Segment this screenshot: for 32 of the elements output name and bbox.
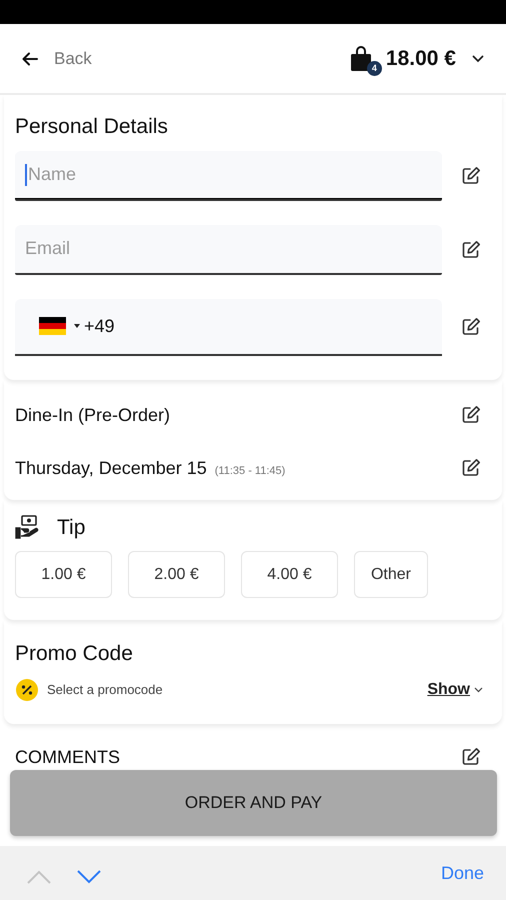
edit-icon[interactable] bbox=[461, 458, 481, 478]
section-title: Personal Details bbox=[15, 114, 169, 140]
back-arrow-icon bbox=[22, 52, 38, 66]
show-link[interactable]: Show bbox=[427, 678, 470, 702]
dropdown-caret-icon[interactable] bbox=[74, 324, 80, 328]
tip-option-button[interactable]: Other bbox=[354, 551, 428, 598]
cart-count-badge: 4 bbox=[366, 60, 382, 76]
time-slot: (11:35 - 11:45) bbox=[214, 462, 286, 479]
tip-option-button[interactable]: 4.00 € bbox=[241, 551, 338, 598]
shopping-bag-icon bbox=[350, 46, 372, 72]
chevron-down-icon[interactable] bbox=[474, 686, 483, 692]
order-type-label: Dine-In (Pre-Order) bbox=[15, 404, 170, 427]
order-total: 18.00 € bbox=[386, 46, 456, 72]
promo-prompt: Select a promocode bbox=[47, 680, 163, 699]
back-link[interactable]: Back bbox=[22, 46, 92, 72]
germany-flag-icon bbox=[39, 317, 66, 335]
section-title: Tip bbox=[57, 514, 86, 540]
percent-badge-icon bbox=[15, 678, 39, 702]
section-title: COMMENTS bbox=[15, 746, 120, 768]
order-and-pay-button[interactable]: ORDER AND PAY bbox=[10, 770, 497, 836]
section-title: Promo Code bbox=[15, 641, 134, 667]
edit-icon[interactable] bbox=[461, 317, 481, 337]
pickup-date: Thursday, December 15 bbox=[15, 456, 207, 480]
chevron-down-icon[interactable] bbox=[472, 54, 484, 62]
phone-field[interactable]: +49 bbox=[15, 298, 442, 356]
edit-icon[interactable] bbox=[461, 747, 481, 767]
tip-option-button[interactable]: 1.00 € bbox=[15, 551, 112, 598]
edit-icon[interactable] bbox=[461, 166, 481, 186]
hand-with-money-icon bbox=[15, 515, 41, 540]
edit-icon[interactable] bbox=[461, 240, 481, 260]
tip-option-button[interactable]: 2.00 € bbox=[128, 551, 225, 598]
edit-icon[interactable] bbox=[461, 405, 481, 425]
